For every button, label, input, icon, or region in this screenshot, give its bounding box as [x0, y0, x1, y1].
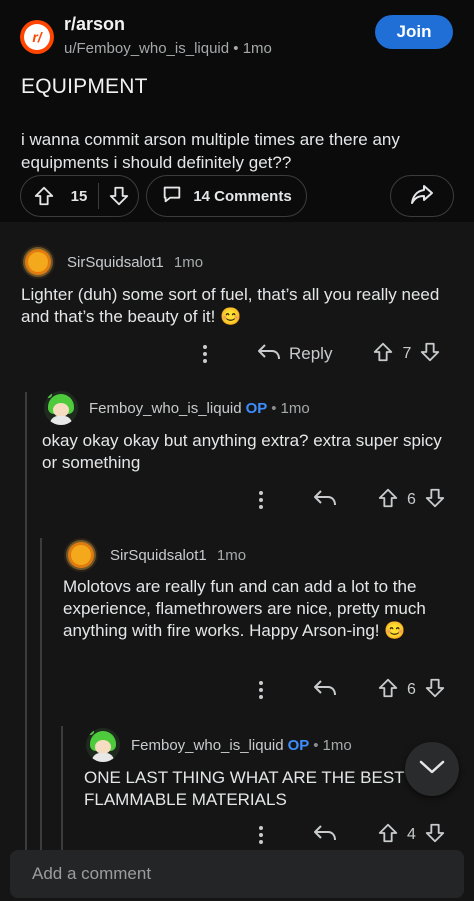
post-score: 15 [70, 187, 88, 205]
comment-votes: 6 [377, 677, 446, 704]
thread-line[interactable] [40, 538, 42, 850]
arrow-down-icon[interactable] [419, 341, 441, 368]
reply-button[interactable] [313, 678, 337, 703]
thread-line[interactable] [61, 726, 63, 850]
comment-author-line: SirSquidsalot1 1mo [110, 547, 246, 564]
comment-author-line: Femboy_who_is_liquid OP • 1mo [131, 737, 352, 754]
comment-age: 1mo [216, 547, 247, 564]
arrow-down-icon[interactable] [424, 487, 446, 514]
more-vertical-icon[interactable] [195, 344, 215, 364]
comment-age: 1mo [173, 254, 204, 271]
comment-actions: Reply 7 [195, 339, 441, 369]
comment-author-line: Femboy_who_is_liquid OP • 1mo [89, 400, 310, 417]
avatar[interactable] [64, 538, 98, 572]
join-button[interactable]: Join [375, 15, 453, 49]
reply-arrow-icon [257, 342, 281, 367]
comment-actions: 6 [251, 675, 446, 705]
subreddit-avatar[interactable]: r/ [20, 20, 54, 54]
more-vertical-icon[interactable] [251, 490, 271, 510]
arrow-down-icon[interactable] [424, 822, 446, 848]
reply-arrow-icon [313, 823, 337, 848]
post-age: 1mo [242, 40, 272, 57]
comment-body: Lighter (duh) some sort of fuel, that’s … [21, 285, 440, 326]
comments-count: 14 Comments [193, 187, 292, 205]
reply-arrow-icon [313, 488, 337, 513]
reply-button[interactable] [313, 488, 337, 513]
reply-arrow-icon [313, 678, 337, 703]
op-badge: OP [245, 400, 268, 417]
comment-body: Molotovs are really fun and can add a lo… [63, 577, 426, 640]
share-icon [410, 183, 434, 210]
comment-score: 6 [407, 491, 416, 508]
more-vertical-icon[interactable] [251, 825, 271, 845]
comment-votes: 4 [377, 822, 446, 848]
arrow-up-icon[interactable] [372, 341, 394, 368]
arrow-down-icon[interactable] [424, 677, 446, 704]
arrow-up-icon[interactable] [377, 487, 399, 514]
meta-separator: • [271, 400, 277, 417]
add-comment-input[interactable]: Add a comment [10, 850, 464, 898]
share-button[interactable] [390, 175, 454, 217]
op-badge: OP [287, 737, 310, 754]
comment-author[interactable]: Femboy_who_is_liquid [89, 400, 242, 417]
comment-votes: 7 [372, 341, 441, 368]
comment-body: ONE LAST THING WHAT ARE THE BEST FLAMMAB… [84, 768, 405, 809]
reply-button[interactable]: Reply [257, 342, 332, 367]
avatar[interactable] [21, 245, 55, 279]
post-vote-bar: 15 [20, 175, 139, 217]
meta-separator: • [313, 737, 319, 754]
comment-author[interactable]: Femboy_who_is_liquid [131, 737, 284, 754]
comment-author-line: SirSquidsalot1 1mo [67, 254, 203, 271]
comment-age: 1mo [322, 737, 352, 754]
avatar[interactable] [86, 728, 120, 762]
more-vertical-icon[interactable] [251, 680, 271, 700]
comment-author[interactable]: SirSquidsalot1 [110, 547, 207, 564]
comment-bubble-icon [161, 183, 183, 209]
comment-actions: 4 [251, 822, 446, 848]
post-body: i wanna commit arson multiple times are … [21, 130, 400, 172]
vote-divider [98, 183, 99, 209]
arrow-up-icon[interactable] [377, 677, 399, 704]
comment-score: 4 [407, 826, 416, 843]
comment-age: 1mo [280, 400, 310, 417]
comment-score: 7 [402, 345, 412, 362]
meta-separator: • [233, 40, 239, 57]
arrow-down-icon[interactable] [105, 185, 133, 207]
subreddit-name[interactable]: r/arson [64, 14, 125, 35]
post-meta: u/Femboy_who_is_liquid • 1mo [64, 40, 272, 57]
reply-button[interactable] [313, 823, 337, 848]
arrow-up-icon[interactable] [377, 822, 399, 848]
reply-label: Reply [289, 344, 333, 363]
thread-line[interactable] [25, 392, 27, 850]
comment-author[interactable]: SirSquidsalot1 [67, 254, 164, 271]
chevron-down-icon [419, 759, 445, 780]
comment-body: okay okay okay but anything extra? extra… [42, 431, 442, 472]
comment-actions: 6 [251, 485, 446, 515]
post-header: r/ r/arson u/Femboy_who_is_liquid • 1mo … [0, 0, 474, 220]
arrow-up-icon[interactable] [30, 185, 58, 207]
comments-button[interactable]: 14 Comments [146, 175, 307, 217]
comment-votes: 6 [377, 487, 446, 514]
post-author[interactable]: u/Femboy_who_is_liquid [64, 40, 229, 57]
comment-score: 6 [407, 681, 416, 698]
post-title: EQUIPMENT [21, 75, 148, 98]
avatar[interactable] [44, 391, 78, 425]
scroll-down-button[interactable] [405, 742, 459, 796]
subreddit-logo-icon: r/ [24, 24, 50, 50]
